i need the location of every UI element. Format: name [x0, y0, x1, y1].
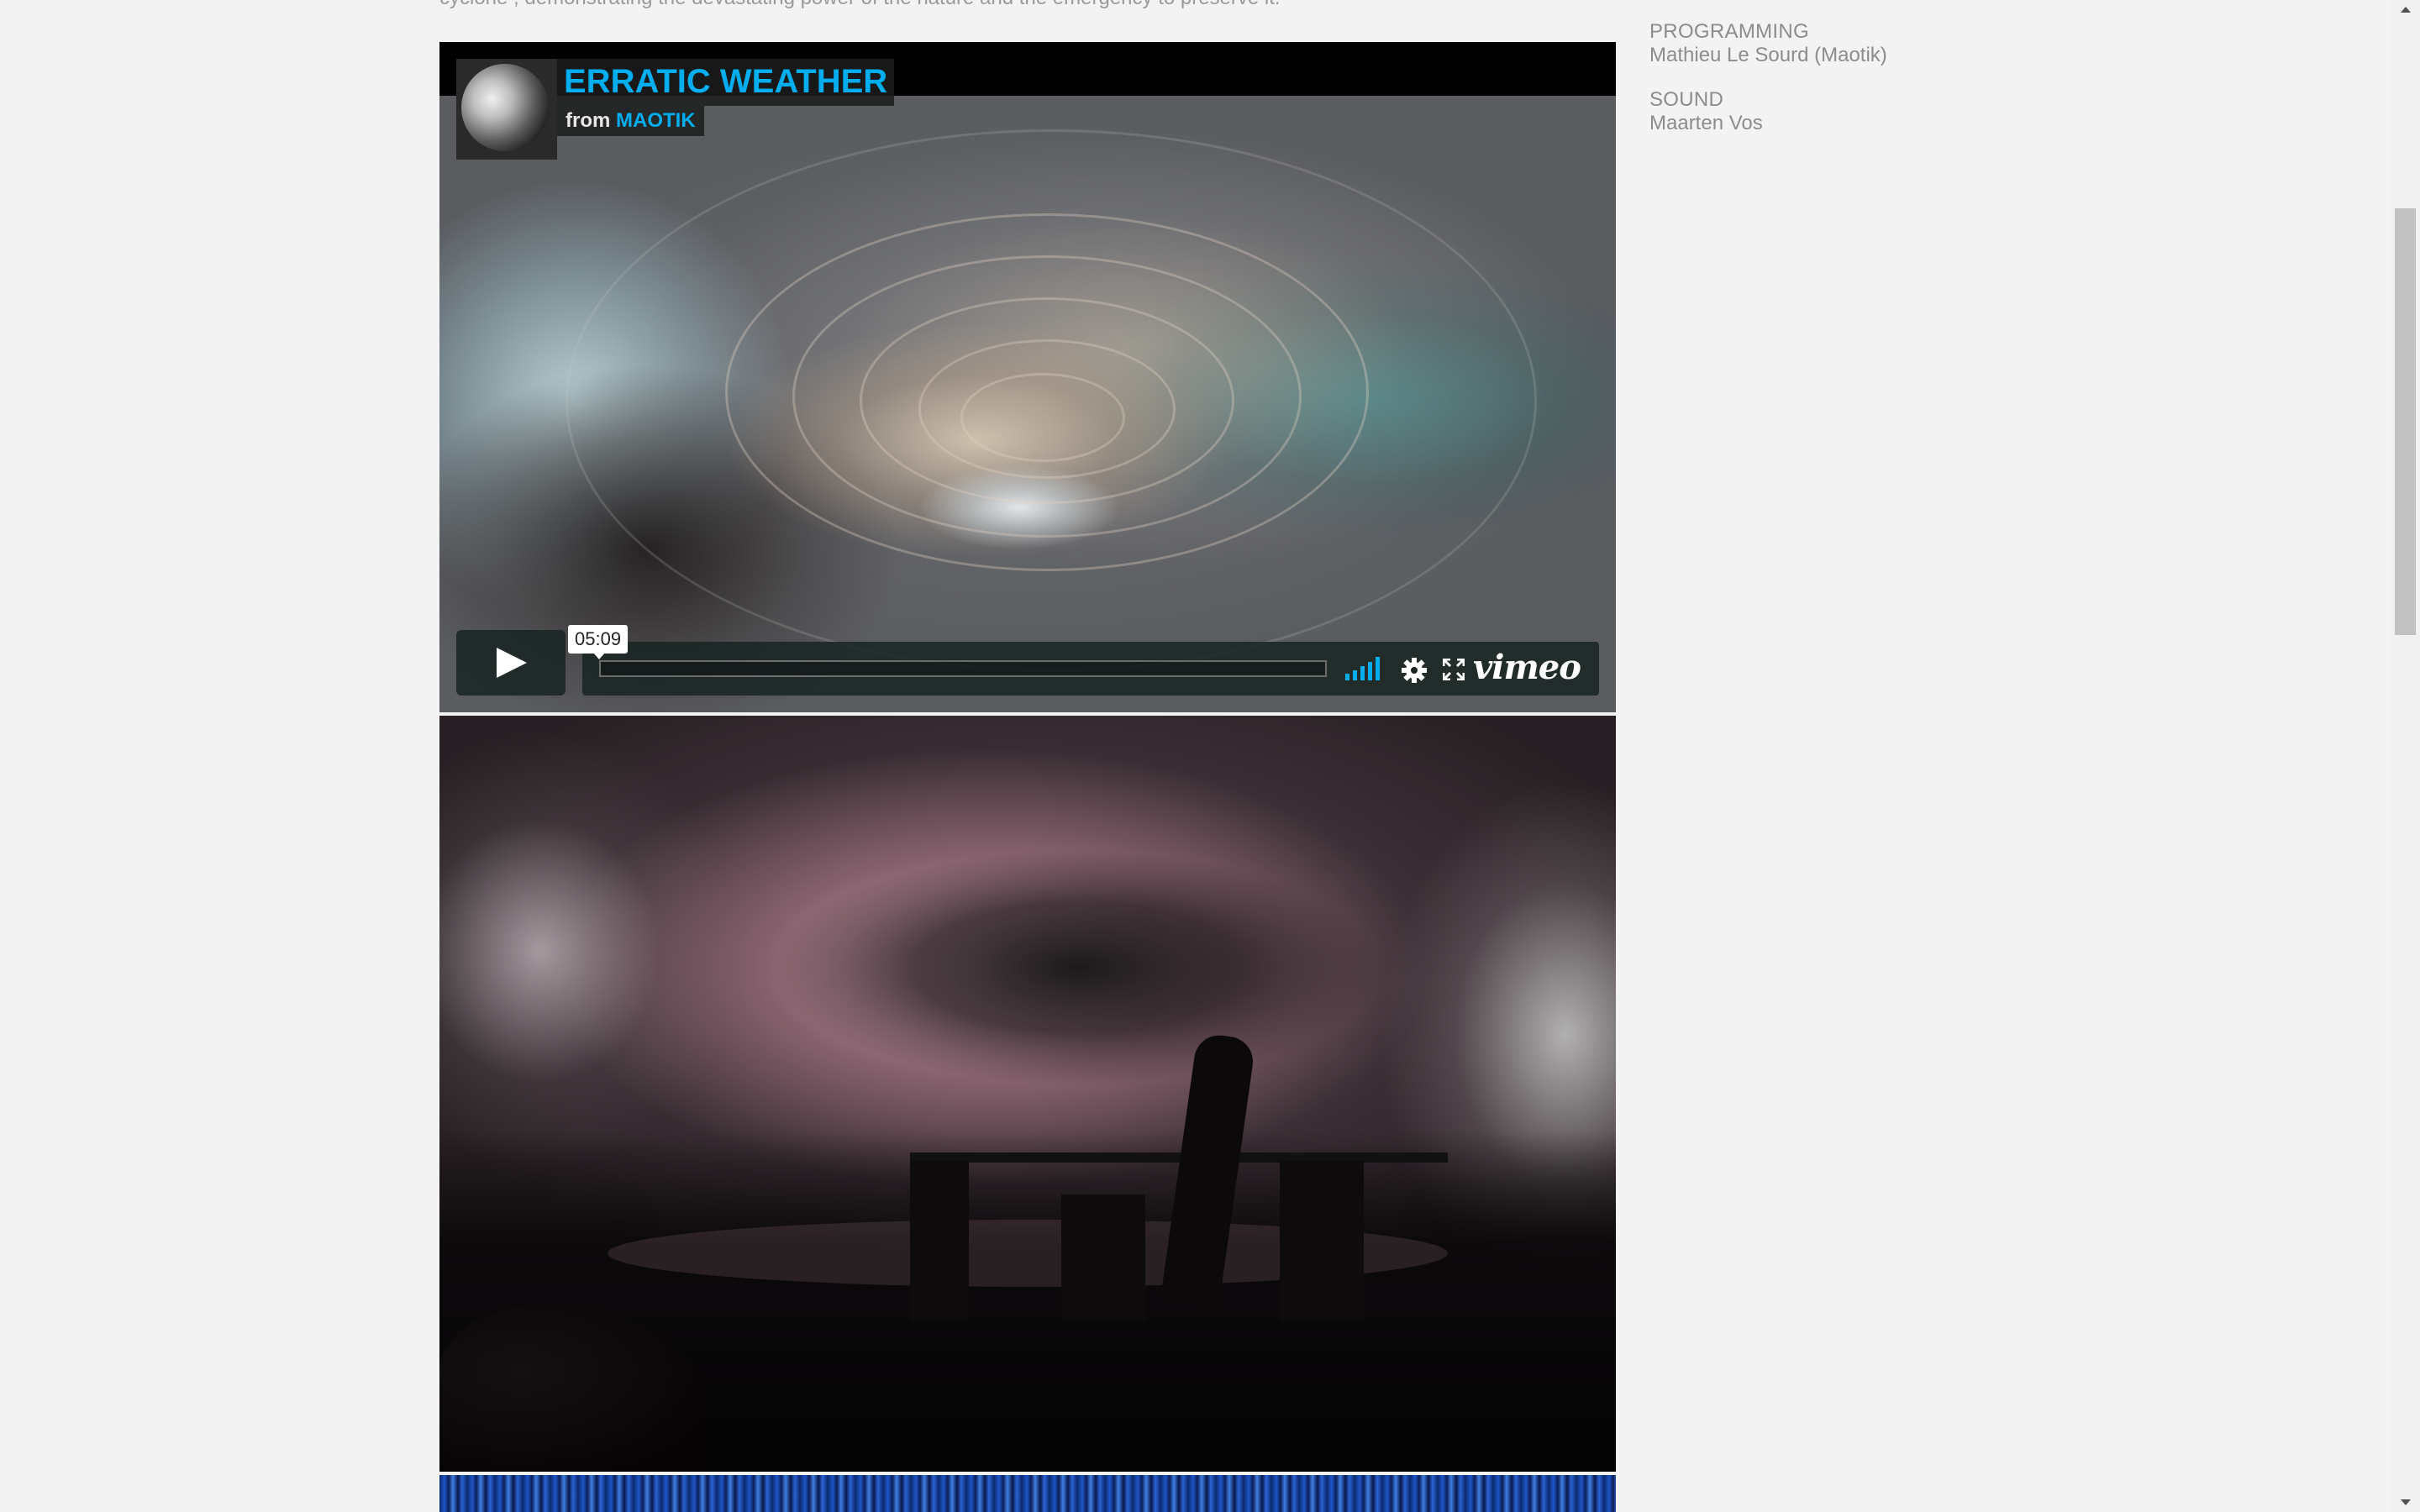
intro-text: cyclone , demonstrating the devastating … [439, 0, 1281, 10]
scrollbar[interactable] [2391, 0, 2420, 1512]
credit-block: PROGRAMMING Mathieu Le Sourd (Maotik) [1649, 20, 2154, 67]
scroll-down-icon[interactable] [2401, 1499, 2411, 1505]
credit-block: SOUND Maarten Vos [1649, 88, 2154, 135]
author-avatar [461, 64, 549, 151]
blue-streaks-image [439, 1475, 1616, 1512]
play-button[interactable] [456, 630, 566, 696]
volume-icon[interactable] [1345, 657, 1386, 680]
performance-photo [439, 716, 1616, 1472]
stage-cabinet [910, 1161, 969, 1320]
video-title[interactable]: ERRATIC WEATHER [557, 59, 895, 106]
video-frame[interactable] [439, 96, 1616, 712]
author-link[interactable]: MAOTIK [616, 109, 696, 132]
byline-prefix: from [566, 109, 611, 132]
swirl-graphic [566, 129, 1537, 672]
time-tooltip: 05:09 [568, 625, 629, 659]
control-bar: vimeo [582, 642, 1599, 696]
credits-panel: PROGRAMMING Mathieu Le Sourd (Maotik) SO… [1649, 20, 2154, 156]
stage-cabinet [1061, 1194, 1145, 1320]
play-icon [497, 648, 527, 678]
page: cyclone , demonstrating the devastating … [0, 0, 2420, 1512]
vimeo-logo[interactable]: vimeo [1473, 648, 1581, 687]
scroll-up-icon[interactable] [2401, 7, 2411, 13]
video-player[interactable]: ERRATIC WEATHER from MAOTIK vimeo 05:09 [439, 42, 1616, 712]
fullscreen-icon[interactable] [1443, 659, 1465, 680]
author-portrait[interactable] [456, 59, 557, 160]
credit-role: PROGRAMMING [1649, 20, 1809, 43]
settings-icon[interactable] [1401, 657, 1428, 684]
credit-role: SOUND [1649, 88, 1724, 111]
audience-silhouette [439, 1304, 708, 1472]
credit-name: Maarten Vos [1649, 112, 1763, 134]
stage-cabinet [1280, 1161, 1364, 1320]
scrollbar-thumb[interactable] [2395, 208, 2416, 635]
progress-bar[interactable] [599, 660, 1327, 677]
video-byline: from MAOTIK [557, 106, 704, 136]
credit-name: Mathieu Le Sourd (Maotik) [1649, 44, 1887, 66]
